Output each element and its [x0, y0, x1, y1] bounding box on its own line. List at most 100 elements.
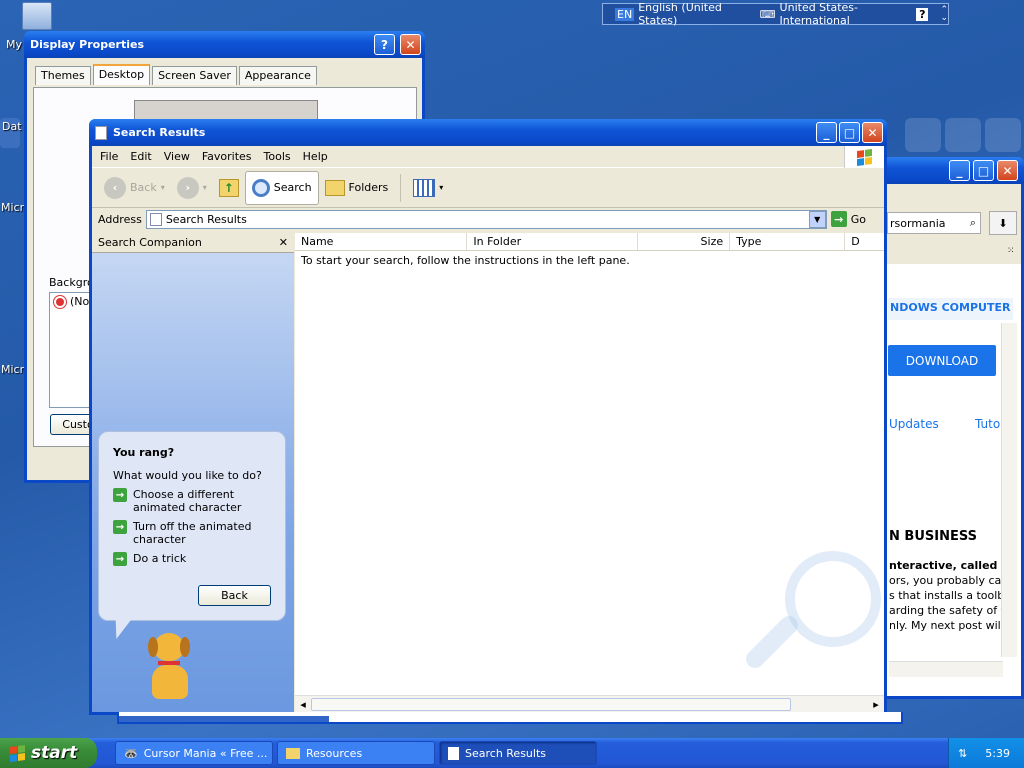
address-dropdown-icon[interactable]: ▼	[808, 210, 826, 228]
empty-results-message: To start your search, follow the instruc…	[301, 254, 630, 267]
help-button[interactable]: ?	[374, 34, 395, 55]
close-button[interactable]: ✕	[862, 122, 883, 143]
system-tray: ⇅ 5:39	[948, 738, 1024, 768]
vertical-scrollbar[interactable]	[1001, 323, 1017, 657]
help-icon[interactable]: ?	[916, 7, 929, 21]
menu-tools[interactable]: Tools	[264, 150, 291, 163]
scroll-left-icon[interactable]: ◂	[295, 698, 311, 711]
horizontal-scrollbar[interactable]	[889, 661, 1003, 677]
up-folder-icon: ↑	[218, 178, 239, 197]
address-field[interactable]: Search Results ▼	[145, 209, 827, 229]
article-body: nteractive, called Cur ors, you probably…	[889, 558, 1007, 633]
column-in-folder[interactable]: In Folder	[467, 233, 638, 250]
column-date[interactable]: D	[845, 233, 884, 250]
folder-icon	[286, 747, 300, 759]
desktop-icon-microsoft-2[interactable]: Micr	[1, 363, 24, 376]
choice-different-character[interactable]: → Choose a different animated character	[113, 488, 271, 514]
column-name[interactable]: Name	[295, 233, 468, 250]
task-cursor-mania[interactable]: 🦝 Cursor Mania « Free ...	[115, 741, 273, 765]
close-pane-icon[interactable]: ✕	[279, 236, 288, 249]
chevron-down-icon: ▾	[160, 183, 165, 192]
search-results-window[interactable]: Search Results _ □ ✕ File Edit View Favo…	[89, 119, 887, 715]
grid-icon[interactable]: ⁙	[1007, 246, 1015, 256]
menu-view[interactable]: View	[164, 150, 190, 163]
menu-help[interactable]: Help	[303, 150, 328, 163]
views-button[interactable]: ▾	[407, 171, 449, 205]
arrow-icon: →	[113, 488, 127, 502]
bubble-tail	[108, 619, 132, 639]
column-size[interactable]: Size	[638, 233, 731, 250]
scroll-right-icon[interactable]: ▸	[868, 698, 884, 711]
task-resources[interactable]: Resources	[277, 741, 435, 765]
task-label: Resources	[306, 746, 363, 760]
choice-label: Do a trick	[133, 552, 187, 565]
search-results-titlebar[interactable]: Search Results _ □ ✕	[89, 119, 887, 146]
resources-window-edge[interactable]	[117, 712, 903, 724]
nav-link-updates[interactable]: Updates	[889, 417, 939, 431]
task-search-results[interactable]: Search Results	[439, 741, 597, 765]
bubble-back-button[interactable]: Back	[198, 585, 271, 606]
article-line: arding the safety of th	[889, 604, 1007, 617]
display-properties-titlebar[interactable]: Display Properties ? ✕	[24, 31, 425, 58]
options-chevron-icon[interactable]: ⌃ ⌄	[940, 6, 948, 23]
download-button[interactable]: DOWNLOAD	[888, 345, 996, 376]
back-button[interactable]: ‹ Back ▾	[98, 171, 171, 205]
menu-edit[interactable]: Edit	[130, 150, 151, 163]
language-bar[interactable]: EN English (United States) ⌨ United Stat…	[602, 1, 949, 27]
desktop-icon-microsoft-1[interactable]: Micr	[1, 201, 24, 214]
tab-desktop[interactable]: Desktop	[92, 64, 151, 85]
views-icon	[413, 178, 436, 197]
dog-character-icon[interactable]	[144, 633, 198, 703]
column-type[interactable]: Type	[730, 233, 846, 250]
taskbar: start 🦝 Cursor Mania « Free ... Resource…	[0, 738, 1024, 768]
menu-favorites[interactable]: Favorites	[202, 150, 252, 163]
up-folder-button[interactable]: ↑	[213, 171, 245, 205]
horizontal-scrollbar[interactable]: ◂ ▸	[295, 695, 884, 712]
site-search-input[interactable]: rsormania ⌕	[887, 212, 981, 234]
desktop-icon-my-computer[interactable]: My	[4, 2, 52, 51]
address-bar: Address Search Results ▼ → Go	[92, 208, 884, 230]
language-name[interactable]: English (United States)	[638, 1, 745, 27]
minimize-button[interactable]: _	[949, 160, 970, 181]
network-icon[interactable]: ⇅	[958, 747, 967, 760]
download-arrow-button[interactable]: ⬇	[989, 211, 1017, 235]
desktop-icon-label: My	[6, 38, 23, 51]
minimize-button[interactable]: _	[816, 122, 837, 143]
keyboard-layout[interactable]: United States-International	[780, 1, 907, 27]
article-line: ors, you probably can	[889, 574, 1007, 587]
maximize-button[interactable]: □	[839, 122, 860, 143]
browser-icon: 🦝	[124, 746, 138, 760]
close-button[interactable]: ✕	[400, 34, 421, 55]
tab-screen-saver[interactable]: Screen Saver	[152, 66, 237, 85]
computer-icon	[22, 2, 52, 30]
scroll-thumb[interactable]	[311, 697, 791, 711]
tab-appearance[interactable]: Appearance	[238, 66, 317, 85]
search-companion-pane: Search Companion ✕ You rang? What would …	[92, 233, 294, 712]
folders-button[interactable]: Folders	[319, 171, 395, 205]
forward-button[interactable]: › ▾	[171, 171, 213, 205]
watermark-magnifier-icon	[785, 551, 881, 647]
search-icon[interactable]: ⌕	[970, 216, 976, 230]
start-label: start	[31, 743, 78, 763]
menu-file[interactable]: File	[100, 150, 118, 163]
article-heading: N BUSINESS	[889, 529, 977, 544]
close-button[interactable]: ✕	[997, 160, 1018, 181]
go-arrow-icon: →	[830, 211, 847, 227]
search-button[interactable]: Search	[244, 170, 319, 205]
desktop-icon-data[interactable]: Dat	[0, 118, 22, 148]
window-title: Display Properties	[30, 38, 145, 51]
maximize-button[interactable]: □	[973, 160, 994, 181]
list-item-label: (No	[70, 295, 90, 308]
page-banner: NDOWS COMPUTER M	[888, 298, 1013, 320]
choice-do-trick[interactable]: → Do a trick	[113, 552, 271, 566]
folders-icon	[324, 179, 345, 196]
go-button[interactable]: → Go	[830, 211, 884, 227]
search-companion-header: Search Companion ✕	[92, 233, 294, 253]
search-label: Search	[273, 181, 312, 194]
desktop-icon-label: Micr	[1, 201, 25, 214]
choice-turn-off-character[interactable]: → Turn off the animated character	[113, 520, 271, 546]
start-button[interactable]: start	[0, 738, 97, 768]
bubble-title: You rang?	[113, 446, 175, 459]
clock[interactable]: 5:39	[985, 747, 1010, 760]
tab-themes[interactable]: Themes	[35, 66, 91, 85]
